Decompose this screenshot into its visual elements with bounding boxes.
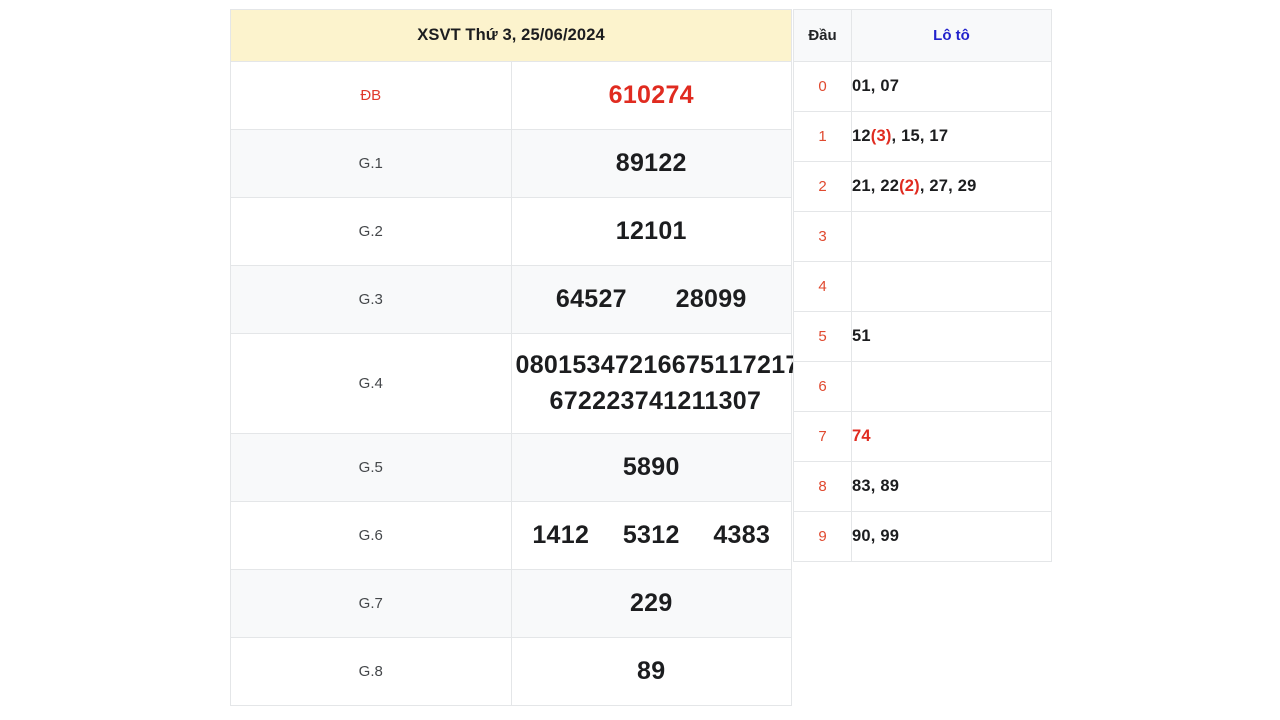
table-row: 0 01, 07 [793, 61, 1052, 112]
prize-values-g3: 64527 28099 [510, 265, 792, 334]
loto-values-3 [851, 211, 1052, 262]
loto-dau-2: 2 [793, 161, 852, 212]
special-prize-number: 610274 [608, 81, 694, 109]
prize-number: 08015 [515, 351, 587, 379]
prize-number: 64527 [555, 285, 627, 313]
loto-values-1: 12(3), 15, 17 [851, 111, 1052, 162]
prize-label-g4: G.4 [230, 333, 512, 434]
prize-values-db: 610274 [510, 61, 792, 130]
prize-number: 17217 [728, 351, 800, 379]
loto-column-header-dau: Đầu [793, 9, 852, 62]
prize-number: 37412 [620, 387, 692, 415]
loto-table: Đầu Lô tô 0 01, 07 1 12(3), 15, 17 2 21,… [793, 9, 1052, 562]
table-row: 7 74 [793, 411, 1052, 462]
results-header-row: XSVT Thứ 3, 25/06/2024 [230, 9, 792, 62]
prize-label-g8: G.8 [230, 637, 512, 706]
prize-number: 1412 [532, 521, 590, 549]
prize-values-g6: 1412 5312 4383 [510, 501, 792, 570]
table-row: 4 [793, 261, 1052, 312]
loto-values-2: 21, 22(2), 27, 29 [851, 161, 1052, 212]
table-row-special: ĐB 610274 [230, 61, 792, 130]
table-row-g1: G.1 89122 [230, 129, 792, 198]
loto-dau-3: 3 [793, 211, 852, 262]
table-row: 3 [793, 211, 1052, 262]
prize-label-g1: G.1 [230, 129, 512, 198]
table-row: 6 [793, 361, 1052, 412]
loto-dau-0: 0 [793, 61, 852, 112]
prize-number: 5312 [622, 521, 680, 549]
prize-values-g5: 5890 [510, 433, 792, 502]
prize-number: 229 [629, 589, 673, 617]
prize-number: 34721 [586, 351, 658, 379]
table-row: 1 12(3), 15, 17 [793, 111, 1052, 162]
lottery-results-page: XSVT Thứ 3, 25/06/2024 ĐB 610274 G.1 891… [0, 0, 1280, 720]
prize-number: 4383 [713, 521, 771, 549]
prize-label-db: ĐB [230, 61, 512, 130]
prize-values-g1: 89122 [510, 129, 792, 198]
loto-dau-8: 8 [793, 461, 852, 512]
prize-label-g3: G.3 [230, 265, 512, 334]
prize-label-g5: G.5 [230, 433, 512, 502]
loto-column-header-loto: Lô tô [851, 9, 1052, 62]
prize-label-g2: G.2 [230, 197, 512, 266]
prize-number: 28099 [675, 285, 747, 313]
loto-dau-1: 1 [793, 111, 852, 162]
table-row: 9 90, 99 [793, 511, 1052, 562]
prize-label-g7: G.7 [230, 569, 512, 638]
prize-values-g8: 89 [510, 637, 792, 706]
table-row-g6: G.6 1412 5312 4383 [230, 501, 792, 570]
loto-dau-7: 7 [793, 411, 852, 462]
table-row-g3: G.3 64527 28099 [230, 265, 792, 334]
prize-number: 67222 [549, 387, 621, 415]
table-row-g4: G.4 08015 34721 66751 17217 67222 37412 … [230, 333, 799, 434]
loto-values-5: 51 [851, 311, 1052, 362]
prize-number: 66751 [657, 351, 729, 379]
loto-dau-9: 9 [793, 511, 852, 562]
table-row-g8: G.8 89 [230, 637, 792, 706]
prize-values-g2: 12101 [510, 197, 792, 266]
prize-label-g6: G.6 [230, 501, 512, 570]
table-row-g5: G.5 5890 [230, 433, 792, 502]
loto-values-9: 90, 99 [851, 511, 1052, 562]
results-table: XSVT Thứ 3, 25/06/2024 ĐB 610274 G.1 891… [230, 9, 799, 706]
table-row: 5 51 [793, 311, 1052, 362]
table-row-g7: G.7 229 [230, 569, 792, 638]
prize-values-g7: 229 [510, 569, 792, 638]
table-row-g2: G.2 12101 [230, 197, 792, 266]
prize-number: 11307 [691, 387, 762, 415]
loto-values-4 [851, 261, 1052, 312]
table-row: 8 83, 89 [793, 461, 1052, 512]
loto-values-6 [851, 361, 1052, 412]
loto-dau-4: 4 [793, 261, 852, 312]
prize-number: 89122 [615, 149, 687, 177]
page-title: XSVT Thứ 3, 25/06/2024 [230, 9, 792, 62]
loto-dau-6: 6 [793, 361, 852, 412]
table-row: 2 21, 22(2), 27, 29 [793, 161, 1052, 212]
loto-values-8: 83, 89 [851, 461, 1052, 512]
prize-values-g4: 08015 34721 66751 17217 67222 37412 1130… [510, 333, 799, 434]
prize-number: 89 [637, 657, 666, 685]
prize-number: 12101 [615, 217, 687, 245]
loto-values-7: 74 [851, 411, 1052, 462]
loto-dau-5: 5 [793, 311, 852, 362]
loto-values-0: 01, 07 [851, 61, 1052, 112]
prize-number: 5890 [622, 453, 680, 481]
loto-header-row: Đầu Lô tô [793, 9, 1052, 62]
